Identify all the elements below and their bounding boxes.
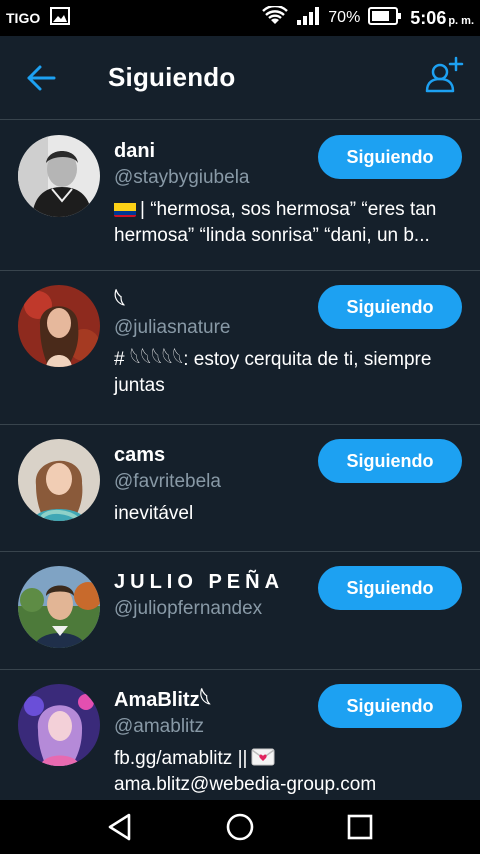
list-item[interactable]: dani @staybygiubela | “hermosa, sos herm… <box>0 121 480 271</box>
following-button[interactable]: Siguiendo <box>318 684 462 728</box>
add-user-icon[interactable] <box>424 56 464 96</box>
following-button[interactable]: Siguiendo <box>318 135 462 179</box>
avatar[interactable] <box>18 566 100 648</box>
back-arrow-icon[interactable] <box>26 64 58 92</box>
battery-icon <box>368 7 402 29</box>
colombia-flag-icon <box>114 201 136 217</box>
following-list: dani @staybygiubela | “hermosa, sos herm… <box>0 121 480 800</box>
user-bio: fb.gg/amablitz || ama.blitz@webedia-grou… <box>114 748 377 795</box>
signal-icon <box>296 6 320 30</box>
list-item[interactable]: cams @favritebela inevitável Siguiendo <box>0 425 480 552</box>
clock: 5:06 p. m. <box>410 7 474 28</box>
gallery-icon <box>50 7 71 29</box>
home-circle-icon[interactable] <box>220 807 260 847</box>
battery-percent: 70% <box>328 9 361 26</box>
carrier-label: TIGO <box>6 10 41 26</box>
avatar[interactable] <box>18 135 100 217</box>
app-bar: Siguiendo <box>0 36 480 120</box>
user-bio: # 𓆩𓆩𓆩𓆩𓆩: estoy cerquita de ti, siempre j… <box>114 349 432 396</box>
following-button[interactable]: Siguiendo <box>318 285 462 329</box>
avatar[interactable] <box>18 439 100 521</box>
following-button[interactable]: Siguiendo <box>318 566 462 610</box>
avatar[interactable] <box>18 285 100 367</box>
avatar[interactable] <box>18 684 100 766</box>
following-button[interactable]: Siguiendo <box>318 439 462 483</box>
recents-square-icon[interactable] <box>340 807 380 847</box>
wifi-icon <box>262 4 289 30</box>
list-item[interactable]: AmaBlitz𓆩 @amablitz fb.gg/amablitz || am… <box>0 670 480 800</box>
status-bar: TIGO 70% 5:06 p. m. <box>0 0 480 36</box>
user-bio: | “hermosa, sos hermosa” “eres tan hermo… <box>114 199 437 246</box>
envelope-icon <box>251 748 275 766</box>
page-title: Siguiendo <box>108 62 236 92</box>
list-item[interactable]: 𓆩 @juliasnature # 𓆩𓆩𓆩𓆩𓆩: estoy cerquita … <box>0 271 480 425</box>
user-bio: inevitável <box>114 503 194 524</box>
system-nav-bar <box>0 800 480 854</box>
back-triangle-icon[interactable] <box>100 807 140 847</box>
list-item[interactable]: JULIO PEÑA @juliopfernandex Siguiendo <box>0 552 480 670</box>
